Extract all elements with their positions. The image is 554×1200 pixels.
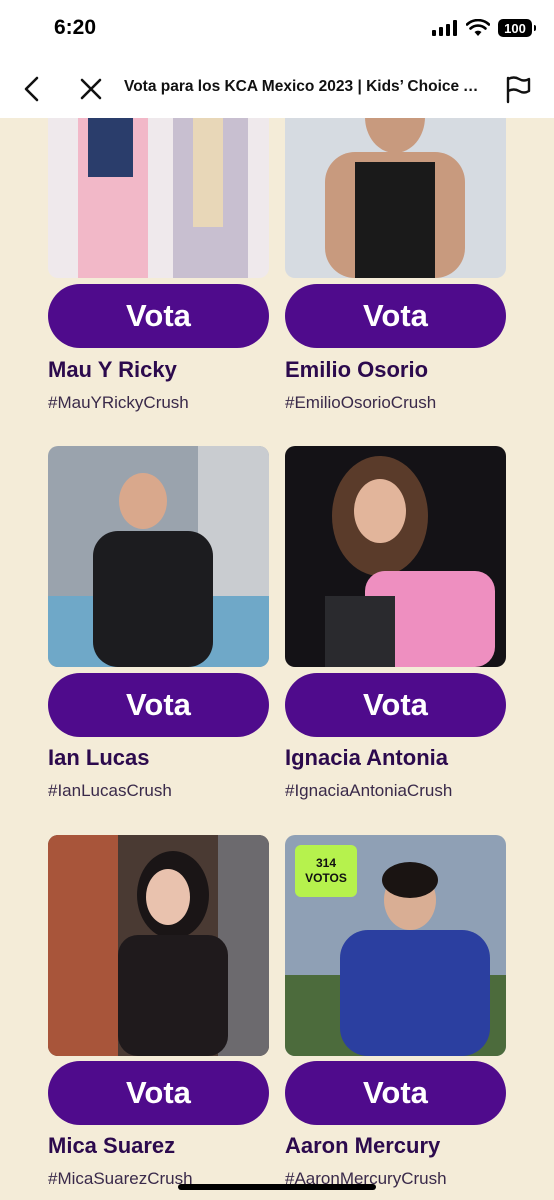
nominee-hashtag: #EmilioOsorioCrush <box>285 393 437 412</box>
battery-icon: 100 <box>498 19 536 37</box>
wifi-icon <box>466 19 490 36</box>
nominee-name: Mica Suarez <box>48 1133 176 1158</box>
nominee-grid: Vota Mau Y Ricky #MauYRickyCrush Vota Em… <box>0 0 554 1200</box>
vote-button[interactable]: Vota <box>285 673 506 737</box>
nominee-name: Ignacia Antonia <box>285 745 448 770</box>
nominee-hashtag: #IanLucasCrush <box>48 781 172 800</box>
vote-button[interactable]: Vota <box>285 1061 506 1125</box>
nominee-hashtag: #MauYRickyCrush <box>48 393 189 412</box>
page-title: Vota para los KCA Mexico 2023 | Kids’ Ch… <box>124 78 488 95</box>
nominee-name: Emilio Osorio <box>285 357 429 382</box>
flag-icon[interactable] <box>502 73 534 105</box>
back-icon[interactable] <box>18 74 48 104</box>
votes-count: 314 <box>315 856 337 870</box>
nominee-photo[interactable] <box>48 446 269 667</box>
vote-button[interactable]: Vota <box>48 1061 269 1125</box>
cellular-signal-icon <box>432 20 457 36</box>
nominee-hashtag: #MicaSuarezCrush <box>48 1169 193 1188</box>
votes-label: VOTOS <box>305 871 347 885</box>
nominee-photo[interactable] <box>48 835 269 1056</box>
home-indicator <box>178 1184 376 1190</box>
vote-button[interactable]: Vota <box>48 284 269 348</box>
status-time: 6:20 <box>54 16 97 39</box>
nominee-name: Mau Y Ricky <box>48 357 177 382</box>
close-icon[interactable] <box>76 74 106 104</box>
nav-bar: Vota para los KCA Mexico 2023 | Kids’ Ch… <box>0 62 554 114</box>
vote-button[interactable]: Vota <box>48 673 269 737</box>
nominee-photo[interactable] <box>285 446 506 667</box>
nominee-name: Ian Lucas <box>48 745 150 770</box>
top-bar: 6:20 100 Vota para los KCA Mexico 2023 |… <box>0 0 554 118</box>
votes-badge: 314 VOTOS <box>295 845 357 897</box>
nominee-name: Aaron Mercury <box>285 1133 441 1158</box>
nominee-photo[interactable]: 314 VOTOS <box>285 835 506 1056</box>
vote-button[interactable]: Vota <box>285 284 506 348</box>
status-icons: 100 <box>432 19 536 37</box>
nominee-hashtag: #IgnaciaAntoniaCrush <box>285 781 453 800</box>
